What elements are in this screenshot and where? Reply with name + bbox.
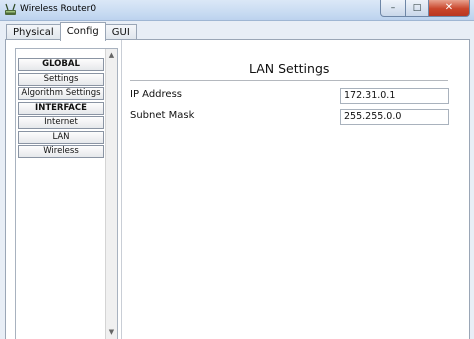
ip-address-label: IP Address	[130, 89, 182, 100]
subnet-mask-field[interactable]: 255.255.0.0	[340, 109, 449, 125]
maximize-button[interactable]: □	[406, 0, 429, 17]
title-bar[interactable]: Wireless Router0 – □ ✕	[0, 0, 474, 21]
panel-divider	[121, 40, 122, 339]
sidebar-item-algorithm-settings[interactable]: Algorithm Settings	[18, 87, 104, 100]
scroll-up-arrow-icon[interactable]: ▲	[107, 50, 116, 60]
sidebar-item-settings[interactable]: Settings	[18, 73, 104, 86]
tab-physical[interactable]: Physical	[6, 24, 61, 40]
config-sidebar: GLOBAL Settings Algorithm Settings INTER…	[15, 48, 118, 339]
tab-bar: Physical Config GUI	[6, 22, 137, 41]
scroll-down-arrow-icon[interactable]: ▼	[107, 327, 116, 337]
section-title: LAN Settings	[249, 61, 330, 76]
tab-config[interactable]: Config	[59, 22, 106, 41]
ip-address-field[interactable]: 172.31.0.1	[340, 88, 449, 104]
section-divider	[130, 80, 448, 81]
window-title: Wireless Router0	[20, 4, 97, 14]
subnet-mask-label: Subnet Mask	[130, 110, 195, 121]
sidebar-header-interface[interactable]: INTERFACE	[18, 102, 104, 115]
sidebar-item-wireless[interactable]: Wireless	[18, 145, 104, 158]
tab-gui[interactable]: GUI	[104, 24, 137, 40]
sidebar-header-global[interactable]: GLOBAL	[18, 58, 104, 71]
close-icon: ✕	[444, 2, 454, 13]
maximize-icon: □	[412, 2, 422, 13]
router-icon	[5, 3, 16, 15]
close-button[interactable]: ✕	[429, 0, 470, 17]
config-panel: GLOBAL Settings Algorithm Settings INTER…	[5, 39, 470, 339]
sidebar-item-lan[interactable]: LAN	[18, 131, 104, 144]
minimize-icon: –	[390, 2, 396, 13]
minimize-button[interactable]: –	[380, 0, 406, 17]
sidebar-item-internet[interactable]: Internet	[18, 116, 104, 129]
sidebar-scrollbar[interactable]: ▲ ▼	[105, 49, 117, 339]
